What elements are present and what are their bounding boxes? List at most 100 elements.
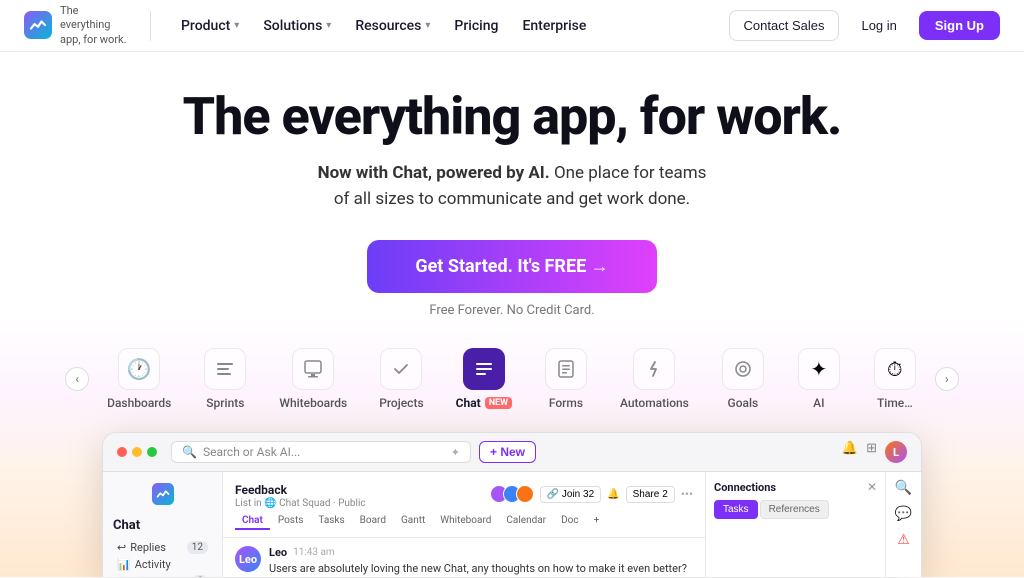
- login-button[interactable]: Log in: [847, 11, 910, 40]
- nav-solutions[interactable]: Solutions ▾: [253, 12, 341, 40]
- tabs-next-arrow[interactable]: ›: [935, 367, 959, 391]
- followups-label: ⬆ FollowUps: [117, 575, 181, 577]
- connections-tab-references[interactable]: References: [760, 500, 829, 519]
- grid-icon[interactable]: ⊞: [866, 441, 877, 463]
- dashboards-icon: 🕐: [118, 348, 160, 390]
- ai-icon: ✦: [798, 348, 840, 390]
- search-bar[interactable]: 🔍 Search or Ask AI... ✦: [171, 441, 471, 463]
- bell-icon[interactable]: 🔔: [607, 489, 619, 500]
- clickup-logo-icon: [24, 11, 52, 39]
- product-chevron-icon: ▾: [234, 20, 239, 31]
- new-button[interactable]: + New: [479, 441, 536, 463]
- replies-count: 12: [187, 541, 208, 554]
- connections-tab-tasks[interactable]: Tasks: [714, 500, 758, 519]
- resources-chevron-icon: ▾: [425, 20, 430, 31]
- tab-calendar-view[interactable]: Calendar: [499, 513, 553, 530]
- message-timestamp: 11:43 am: [293, 547, 335, 558]
- channel-tabs: Chat Posts Tasks Board Gantt Whiteboard …: [235, 513, 693, 530]
- sprints-label: Sprints: [206, 396, 244, 410]
- connections-title: Connections: [714, 481, 776, 494]
- tab-whiteboard-view[interactable]: Whiteboard: [433, 513, 498, 530]
- channel-actions: 🔗 Join 32 🔔 Share 2 •••: [490, 485, 693, 503]
- tab-forms[interactable]: Forms: [530, 338, 602, 420]
- logo-link[interactable]: The everything app, for work.: [24, 4, 130, 47]
- sidebar-item-replies[interactable]: ↩ Replies 12: [113, 539, 212, 556]
- sidebar-logo: [103, 480, 222, 508]
- notifications-icon[interactable]: 🔔: [842, 441, 858, 463]
- logo-tagline: The everything app, for work.: [60, 4, 130, 47]
- hero-subtitle-bold: Now with Chat, powered by AI.: [318, 163, 550, 183]
- tab-doc-view[interactable]: Doc: [554, 513, 586, 530]
- tabs-prev-arrow[interactable]: ‹: [65, 367, 89, 391]
- channel-subtitle: List in 🌐 Chat Squad · Public: [235, 498, 366, 509]
- nav-enterprise[interactable]: Enterprise: [512, 12, 596, 40]
- more-icon[interactable]: •••: [681, 487, 693, 501]
- member-avatars: [490, 485, 534, 503]
- tab-posts-view[interactable]: Posts: [271, 513, 311, 530]
- nav-links: Product ▾ Solutions ▾ Resources ▾ Pricin…: [171, 12, 729, 40]
- preview-sidebar: Chat ↩ Replies 12 📊 Activity ⬆ FollowUps…: [103, 472, 223, 577]
- channel-title: Feedback: [235, 483, 287, 497]
- contact-sales-button[interactable]: Contact Sales: [729, 10, 840, 41]
- tab-tasks-view[interactable]: Tasks: [311, 513, 351, 530]
- feature-tabs: ‹ 🕐 Dashboards Sprints Whiteboards Proje…: [0, 338, 1024, 420]
- nav-actions: Contact Sales Log in Sign Up: [729, 10, 1000, 41]
- followups-count: 8: [192, 575, 208, 577]
- minimize-button[interactable]: [132, 447, 142, 457]
- replies-label: ↩ Replies: [117, 541, 166, 554]
- tab-automations[interactable]: Automations: [606, 338, 703, 420]
- panel-search-icon[interactable]: 🔍: [895, 480, 912, 496]
- preview-wrap: 🔍 Search or Ask AI... ✦ + New 🔔 ⊞ L: [0, 432, 1024, 577]
- time-icon: ⏱: [874, 348, 916, 390]
- join-button[interactable]: 🔗 Join 32: [540, 486, 601, 503]
- tab-chat-view[interactable]: Chat: [235, 513, 270, 530]
- ai-label: AI: [813, 396, 824, 410]
- tab-board-view[interactable]: Board: [353, 513, 393, 530]
- panel-comment-icon[interactable]: 💬: [895, 506, 912, 522]
- message-text: Users are absolutely loving the new Chat…: [269, 561, 693, 576]
- automations-icon: [633, 348, 675, 390]
- tab-add-view[interactable]: +: [587, 513, 607, 530]
- chat-channel-header: Feedback List in 🌐 Chat Squad · Public 🔗…: [223, 472, 705, 538]
- close-button[interactable]: [117, 447, 127, 457]
- navbar: The everything app, for work. Product ▾ …: [0, 0, 1024, 52]
- tab-dashboards[interactable]: 🕐 Dashboards: [93, 338, 185, 420]
- share-button[interactable]: Share 2: [626, 486, 675, 503]
- toolbar-icons: 🔔 ⊞ L: [842, 441, 907, 463]
- sidebar-item-activity[interactable]: 📊 Activity: [113, 556, 212, 573]
- tab-projects[interactable]: Projects: [365, 338, 437, 420]
- signup-button[interactable]: Sign Up: [919, 11, 1000, 40]
- channel-top-bar: Feedback List in 🌐 Chat Squad · Public 🔗…: [235, 479, 693, 509]
- feature-section: ‹ 🕐 Dashboards Sprints Whiteboards Proje…: [0, 318, 1024, 577]
- nav-pricing[interactable]: Pricing: [444, 12, 508, 40]
- tab-chat[interactable]: Chat NEW: [442, 338, 526, 420]
- chat-new-badge: NEW: [485, 397, 512, 409]
- whiteboards-icon: [292, 348, 334, 390]
- tab-gantt-view[interactable]: Gantt: [394, 513, 432, 530]
- search-icon: 🔍: [182, 445, 197, 459]
- message-author-avatar: Leo: [235, 546, 261, 572]
- maximize-button[interactable]: [147, 447, 157, 457]
- nav-resources[interactable]: Resources ▾: [345, 12, 440, 40]
- tab-whiteboards[interactable]: Whiteboards: [265, 338, 361, 420]
- sidebar-item-followups[interactable]: ⬆ FollowUps 8: [113, 573, 212, 577]
- preview-main: Feedback List in 🌐 Chat Squad · Public 🔗…: [223, 472, 705, 577]
- traffic-lights: [117, 447, 157, 457]
- chat-messages: Leo Leo 11:43 am Users are absolutely lo…: [223, 538, 705, 577]
- automations-label: Automations: [620, 396, 689, 410]
- panel-alert-icon[interactable]: ⚠: [897, 532, 910, 548]
- hero-note: Free Forever. No Credit Card.: [24, 303, 1000, 318]
- tab-goals[interactable]: Goals: [707, 338, 779, 420]
- tab-sprints[interactable]: Sprints: [189, 338, 261, 420]
- tab-ai[interactable]: ✦ AI: [783, 338, 855, 420]
- nav-product[interactable]: Product ▾: [171, 12, 249, 40]
- message-content: Leo 11:43 am Users are absolutely loving…: [269, 546, 693, 577]
- user-avatar-icon[interactable]: L: [885, 441, 907, 463]
- chat-label: Chat NEW: [456, 396, 512, 410]
- connections-close-button[interactable]: ✕: [867, 480, 877, 494]
- tab-time[interactable]: ⏱ Time…: [859, 338, 931, 420]
- sprints-icon: [204, 348, 246, 390]
- search-placeholder: Search or Ask AI...: [203, 445, 300, 459]
- cta-button[interactable]: Get Started. It's FREE →: [367, 240, 656, 293]
- hero-subtitle: Now with Chat, powered by AI. One place …: [24, 161, 1000, 212]
